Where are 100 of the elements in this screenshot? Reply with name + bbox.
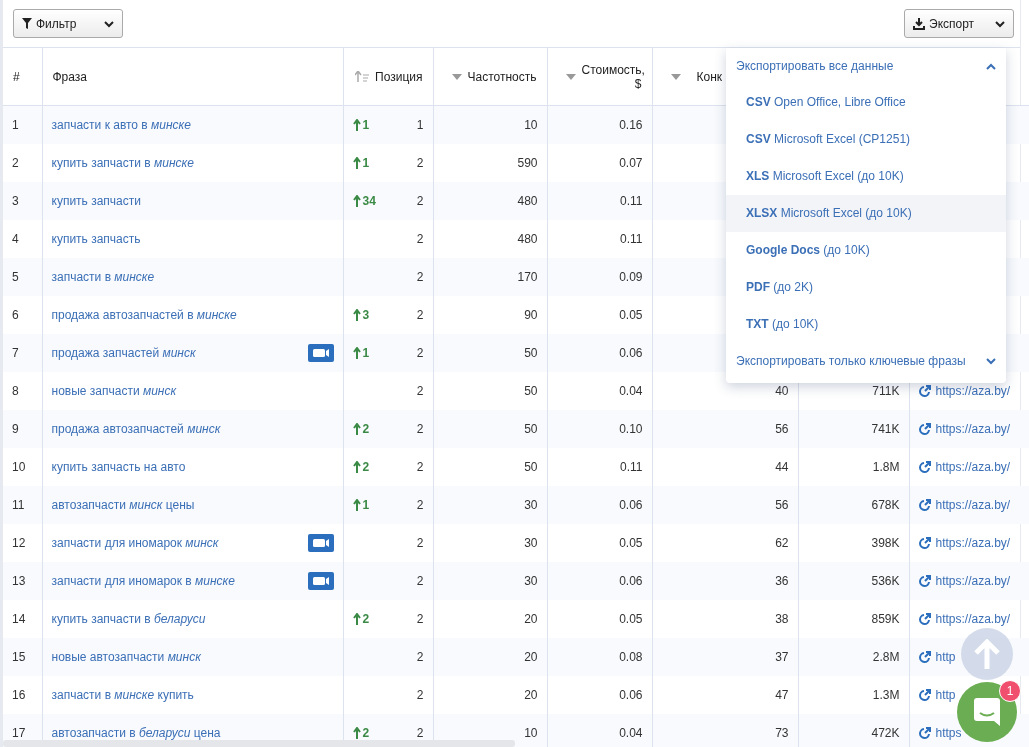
table-cell: 0.11 bbox=[547, 182, 652, 220]
table-cell: 3 bbox=[3, 182, 42, 220]
position-change: 1 bbox=[362, 156, 370, 170]
position-value: 2 bbox=[416, 232, 424, 246]
export-button[interactable]: Экспорт bbox=[904, 9, 1014, 38]
table-cell: 20 bbox=[433, 638, 547, 676]
menu-item[interactable]: CSV Open Office, Libre Office bbox=[726, 84, 1006, 121]
menu-item[interactable]: XLS Microsoft Excel (до 10K) bbox=[726, 158, 1006, 195]
chat-bubble-icon bbox=[974, 698, 1000, 726]
position-change: 2 bbox=[362, 422, 370, 436]
column-header[interactable]: Позиция bbox=[375, 69, 423, 84]
url-link[interactable]: https bbox=[935, 726, 962, 740]
url-link[interactable]: https://aza.by/ bbox=[935, 612, 1011, 626]
download-icon bbox=[913, 17, 925, 30]
table-cell: 56 bbox=[652, 486, 798, 524]
table-cell: 0.09 bbox=[547, 258, 652, 296]
table-cell: 741K bbox=[798, 410, 909, 448]
phrase-link[interactable]: запчасти в минске bbox=[51, 270, 155, 284]
menu-section-header[interactable]: Экспортировать все данные bbox=[736, 59, 894, 73]
table-cell: 0.04 bbox=[547, 714, 652, 747]
table-cell: 0.08 bbox=[547, 638, 652, 676]
position-change: 2 bbox=[362, 460, 370, 474]
position-value: 2 bbox=[416, 688, 424, 702]
phrase-link[interactable]: новые запчасти минск bbox=[51, 384, 177, 398]
table-cell: 0.06 bbox=[547, 334, 652, 372]
position-change: 1 bbox=[362, 498, 370, 512]
column-header[interactable]: Стоимость, $ bbox=[581, 62, 642, 91]
url-link[interactable]: http bbox=[935, 688, 956, 702]
table-cell: 0.16 bbox=[547, 105, 652, 144]
phrase-link[interactable]: продажа запчастей минск bbox=[51, 346, 196, 360]
table-cell: 36 bbox=[652, 562, 798, 600]
position-value: 2 bbox=[416, 650, 424, 664]
arrow-up-icon bbox=[352, 118, 361, 132]
external-link-icon bbox=[918, 461, 931, 473]
scrollbar[interactable] bbox=[3, 740, 515, 747]
url-link[interactable]: http bbox=[935, 650, 956, 664]
position-change: 34 bbox=[362, 194, 376, 208]
phrase-link[interactable]: купить запчасть на авто bbox=[51, 460, 186, 474]
phrase-link[interactable]: запчасти для иномарок минск bbox=[51, 536, 219, 550]
position-value: 2 bbox=[416, 270, 424, 284]
phrase-link[interactable]: новые автозапчасти минск bbox=[51, 650, 201, 664]
phrase-link[interactable]: запчасти в минске купить bbox=[51, 688, 194, 702]
table-cell: 480 bbox=[433, 182, 547, 220]
table-cell: 30 bbox=[433, 562, 547, 600]
column-header[interactable]: Частотность bbox=[467, 69, 537, 84]
table-cell: 2.8M bbox=[798, 638, 909, 676]
table-cell: 11 bbox=[3, 486, 42, 524]
arrow-up-icon bbox=[352, 612, 361, 626]
position-value: 2 bbox=[416, 384, 424, 398]
arrow-up-icon bbox=[352, 308, 361, 322]
phrase-link[interactable]: автозапчасти минск цены bbox=[51, 498, 195, 512]
funnel-icon bbox=[22, 18, 32, 29]
table-cell: 73 bbox=[652, 714, 798, 747]
phrase-link[interactable]: купить запчасти в минске bbox=[51, 156, 194, 170]
arrow-up-icon bbox=[352, 346, 361, 360]
menu-item[interactable]: CSV Microsoft Excel (CP1251) bbox=[726, 121, 1006, 158]
external-link-icon bbox=[918, 689, 931, 701]
phrase-link[interactable]: запчасти к авто в минске bbox=[51, 118, 191, 132]
phrase-link[interactable]: купить запчасти в беларуси bbox=[51, 612, 206, 626]
phrase-link[interactable]: купить запчасть bbox=[51, 232, 141, 246]
column-header[interactable]: # bbox=[13, 69, 20, 84]
table-cell: 5 bbox=[3, 258, 42, 296]
sort-triangle-icon bbox=[565, 73, 576, 80]
phrase-link[interactable]: продажа автозапчастей в минске bbox=[51, 308, 237, 322]
table-cell: 7 bbox=[3, 334, 42, 372]
table-cell: 678K bbox=[798, 486, 909, 524]
url-link[interactable]: https://aza.by/ bbox=[935, 460, 1011, 474]
menu-item[interactable]: XLSX Microsoft Excel (до 10K) bbox=[726, 195, 1006, 232]
position-value: 2 bbox=[416, 498, 424, 512]
position-value: 2 bbox=[416, 460, 424, 474]
filter-button[interactable]: Фильтр bbox=[13, 9, 123, 38]
url-link[interactable]: https://aza.by/ bbox=[935, 536, 1011, 550]
menu-item[interactable]: Google Docs (до 10K) bbox=[726, 232, 1006, 269]
notification-badge: 1 bbox=[999, 680, 1021, 702]
table-cell: 472K bbox=[798, 714, 909, 747]
column-header[interactable]: Фраза bbox=[52, 69, 87, 84]
external-link-icon bbox=[918, 537, 931, 549]
column-header[interactable]: Конк bbox=[696, 69, 723, 84]
position-value: 2 bbox=[416, 308, 424, 322]
position-value: 2 bbox=[416, 726, 424, 740]
phrase-link[interactable]: купить запчасти bbox=[51, 194, 141, 208]
table-cell: 0.10 bbox=[547, 410, 652, 448]
menu-section-header[interactable]: Экспортировать только ключевые фразы bbox=[736, 354, 966, 368]
external-link-icon bbox=[918, 499, 931, 511]
position-value: 2 bbox=[416, 574, 424, 588]
sort-triangle-icon bbox=[451, 73, 462, 80]
menu-item[interactable]: PDF (до 2K) bbox=[726, 269, 1006, 306]
position-change: 2 bbox=[362, 726, 370, 740]
url-link[interactable]: https://aza.by/ bbox=[935, 384, 1011, 398]
external-link-icon bbox=[918, 575, 931, 587]
table-cell: 56 bbox=[652, 410, 798, 448]
menu-item[interactable]: TXT (до 10K) bbox=[726, 306, 1006, 343]
position-value: 2 bbox=[416, 156, 424, 170]
table-cell: 1 bbox=[3, 105, 42, 144]
external-link-icon bbox=[918, 651, 931, 663]
position-change: 2 bbox=[362, 612, 370, 626]
arrow-up-icon bbox=[352, 156, 361, 170]
table-cell: 13 bbox=[3, 562, 42, 600]
position-value: 2 bbox=[416, 422, 424, 436]
table-cell: 37 bbox=[652, 638, 798, 676]
